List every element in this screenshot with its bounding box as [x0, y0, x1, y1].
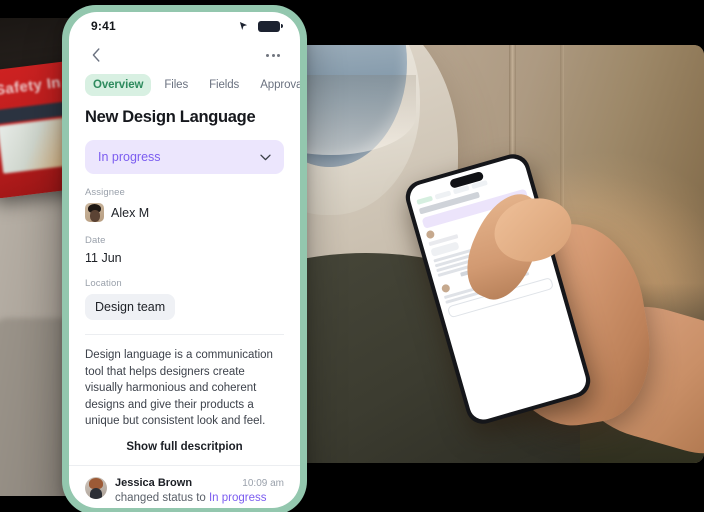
field-label-date: Date: [85, 235, 106, 246]
avatar: [85, 476, 107, 499]
field-assignee: Assignee Alex M: [85, 187, 284, 222]
status-bar-time: 9:41: [91, 19, 116, 33]
field-date: Date 11 Jun: [85, 235, 284, 265]
task-description: Design language is a communication tool …: [85, 349, 273, 427]
tab-approvals[interactable]: Approvals: [252, 74, 300, 96]
field-label-location: Location: [85, 278, 122, 289]
assignee-name: Alex M: [111, 205, 150, 220]
tab-bar[interactable]: Overview Files Fields Approvals Time tr: [69, 70, 300, 105]
battery-full-icon: [258, 20, 283, 32]
location-chip[interactable]: Design team: [85, 294, 176, 320]
field-label-assignee: Assignee: [85, 187, 125, 198]
activity-item: Jessica Brown 10:09 am changed status to…: [69, 464, 300, 509]
activity-line-description: updated description: [115, 507, 284, 509]
safety-card-title: Safety In: [0, 74, 62, 99]
activity-author: Jessica Brown: [115, 476, 193, 489]
chevron-down-icon: [260, 154, 271, 160]
more-dot: [277, 53, 280, 57]
activity-timestamp: 10:09 am: [242, 477, 284, 489]
date-value[interactable]: 11 Jun: [85, 251, 284, 265]
nav-bar: [69, 40, 300, 70]
show-full-description-button[interactable]: Show full descritpion: [69, 430, 300, 465]
activity-header: Jessica Brown 10:09 am: [115, 477, 284, 489]
more-dot: [271, 53, 275, 57]
phone-mockup-frame: 9:41 Overview Files Fields Approva New D…: [62, 5, 307, 512]
status-bar-indicators: [239, 20, 283, 32]
tab-files[interactable]: Files: [156, 74, 196, 96]
activity-body: Jessica Brown 10:09 am changed status to…: [115, 477, 284, 509]
chevron-left-icon: [92, 48, 100, 62]
back-button[interactable]: [87, 46, 105, 64]
location-arrow-icon: [239, 21, 248, 31]
task-header-section: New Design Language In progress Assignee…: [69, 105, 300, 335]
page-title: New Design Language: [85, 108, 256, 126]
task-detail-body: New Design Language In progress Assignee…: [69, 105, 300, 508]
activity-line-status: changed status to In progress: [115, 490, 284, 506]
avatar: [85, 203, 104, 222]
status-bar: 9:41: [69, 12, 300, 40]
activity-status-highlight: In progress: [208, 491, 267, 504]
screenshot-stage: Safety In 9:41 Overview Files Fields App…: [0, 0, 704, 512]
phone-screen: 9:41 Overview Files Fields Approva New D…: [69, 12, 300, 508]
more-options-button[interactable]: [264, 48, 282, 63]
tab-fields[interactable]: Fields: [201, 74, 247, 96]
status-value: In progress: [98, 150, 161, 164]
assignee-value-row[interactable]: Alex M: [85, 203, 284, 222]
more-dot: [266, 53, 269, 57]
hand-holding-phone: [401, 150, 704, 463]
status-dropdown[interactable]: In progress: [85, 140, 284, 174]
tab-overview[interactable]: Overview: [85, 74, 152, 96]
activity-line-prefix: changed status to: [115, 491, 209, 504]
held-phone-comment-avatar: [440, 283, 451, 294]
field-location: Location Design team: [85, 278, 284, 320]
held-phone-avatar: [425, 229, 436, 240]
